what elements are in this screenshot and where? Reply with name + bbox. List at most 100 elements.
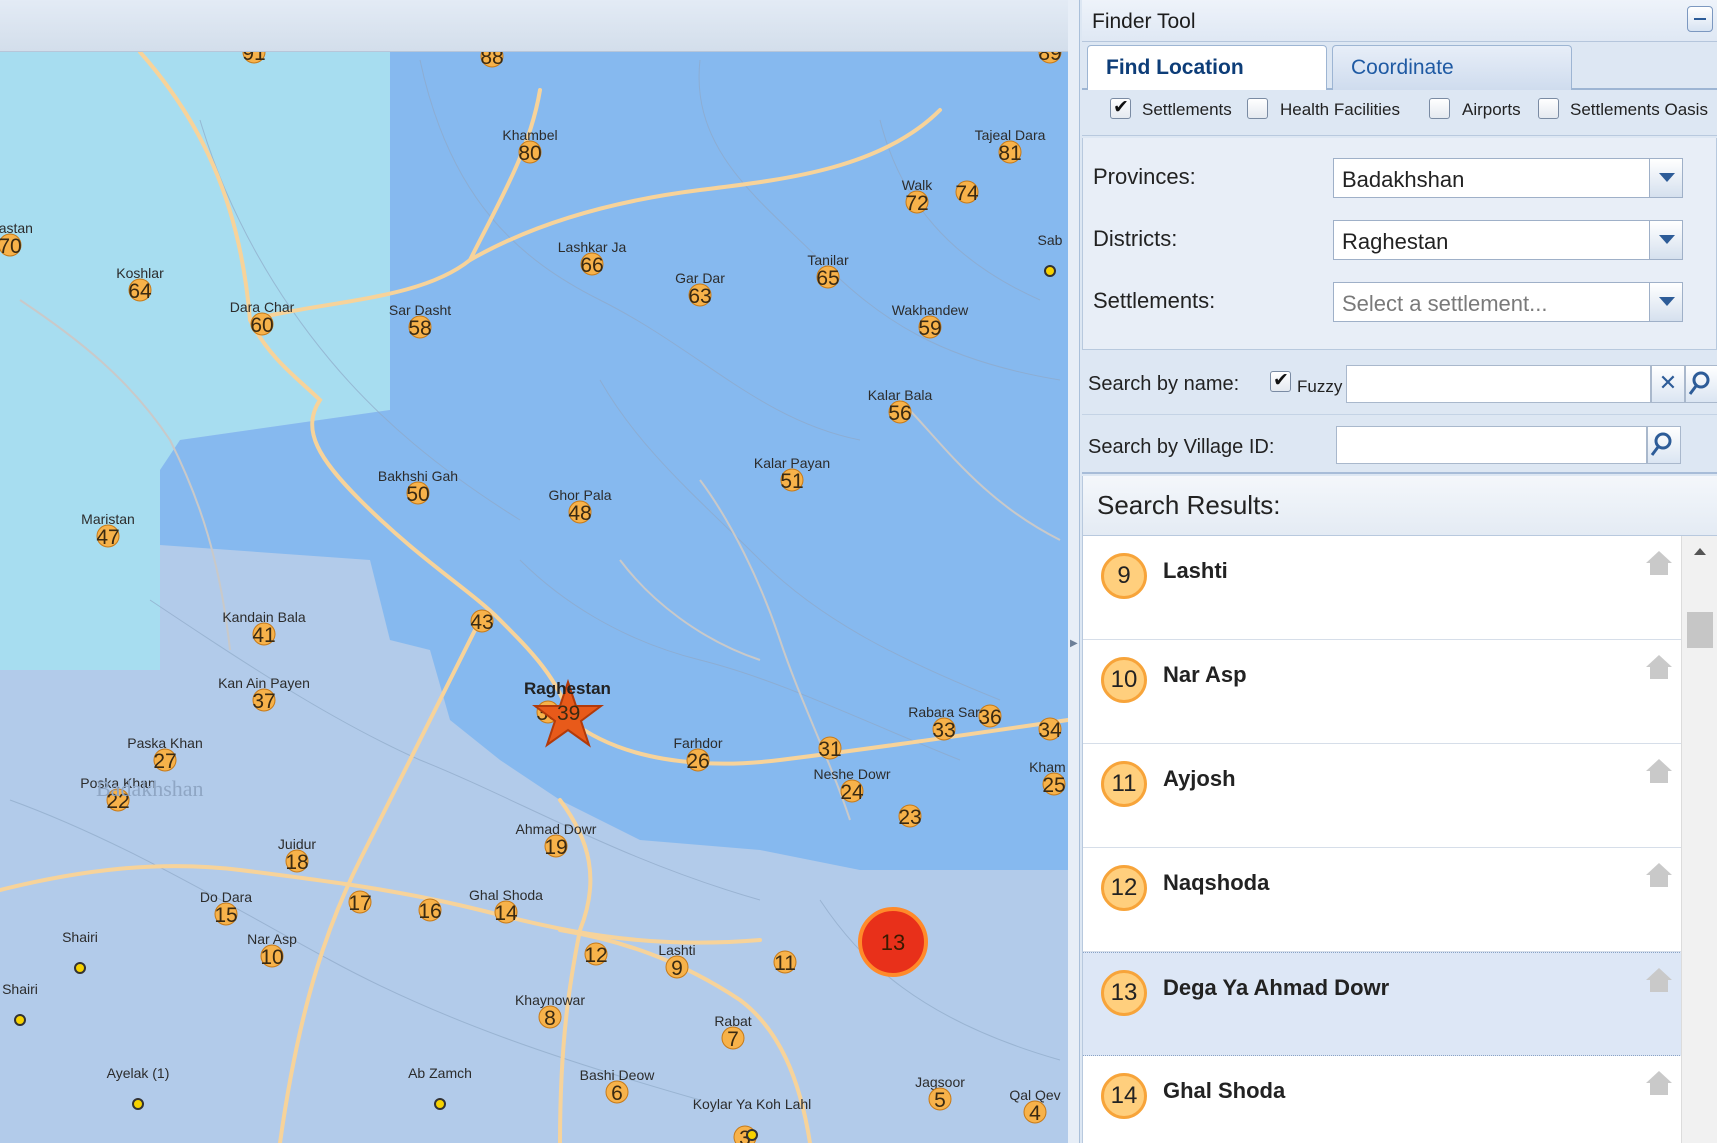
home-icon[interactable]	[1644, 756, 1674, 786]
tab-bar: Find Location Coordinate	[1082, 42, 1717, 92]
result-row[interactable]: 9 Lashti	[1083, 536, 1682, 640]
map-place-marker[interactable]: 43	[470, 609, 494, 634]
search-by-name-label: Search by name:	[1088, 373, 1240, 395]
map-place-marker[interactable]: 16	[418, 898, 442, 923]
chevron-down-icon[interactable]	[1649, 283, 1682, 321]
panel-splitter[interactable]: ▶	[1068, 0, 1080, 1143]
place-number: 48	[568, 502, 591, 525]
provinces-value: Badakhshan	[1342, 167, 1465, 192]
place-name-label: Ab Zamch	[408, 1065, 472, 1081]
place-number: 51	[780, 470, 803, 493]
tab-coordinate[interactable]: Coordinate	[1332, 45, 1572, 90]
place-number: 36	[978, 706, 1001, 729]
result-row[interactable]: 12 Naqshoda	[1083, 848, 1682, 952]
map-place-marker[interactable]: 34	[1038, 717, 1062, 742]
place-number: 50	[406, 483, 429, 506]
place-number: 31	[818, 738, 841, 761]
result-row[interactable]: 14 Ghal Shoda	[1083, 1056, 1682, 1143]
place-number: 66	[580, 254, 603, 277]
place-number: 8	[544, 1007, 556, 1030]
place-number: 74	[955, 182, 979, 205]
map-place-marker[interactable]: 74	[955, 180, 979, 205]
search-id-button[interactable]	[1647, 426, 1681, 464]
map-canvas[interactable]: Khambel80Tajeal Dara81Walk72 74Lashkar Ja…	[0, 0, 1068, 1143]
place-number: 26	[686, 750, 709, 773]
settlements-select[interactable]: Select a settlement...	[1333, 282, 1683, 322]
provinces-select[interactable]: Badakhshan	[1333, 158, 1683, 198]
map-place-marker[interactable]: 17	[348, 890, 372, 915]
village-dot[interactable]	[132, 1098, 144, 1110]
home-icon[interactable]	[1644, 965, 1674, 995]
map-place-marker[interactable]: 23	[898, 804, 922, 829]
home-icon[interactable]	[1644, 860, 1674, 890]
health-facilities-checkbox[interactable]	[1247, 98, 1268, 119]
place-number: 16	[418, 900, 441, 923]
settlements-oasis-checkbox[interactable]	[1538, 98, 1559, 119]
scroll-thumb[interactable]	[1687, 612, 1713, 648]
place-number: 64	[128, 280, 152, 303]
map-place-marker[interactable]: 31	[818, 736, 842, 761]
settlements-placeholder: Select a settlement...	[1342, 291, 1548, 316]
collapse-button[interactable]	[1687, 6, 1713, 32]
map-view[interactable]: Khambel 80 Tajeal Dara 81 Walk 72 74 Lashkar Ja…	[0, 0, 1068, 1143]
search-results: Search Results: 9 Lashti 10 Nar Asp 11 Ayjosh…	[1082, 476, 1717, 1143]
selected-location-marker[interactable]: 13	[858, 907, 928, 977]
map-place-marker[interactable]: 12	[584, 942, 608, 967]
map-place-marker[interactable]: 11	[773, 950, 797, 975]
results-title: Search Results:	[1097, 490, 1281, 520]
place-number: 56	[888, 402, 911, 425]
place-number: 19	[544, 836, 567, 859]
selected-marker-number: 13	[881, 930, 905, 955]
clear-icon[interactable]: ✕	[1651, 365, 1685, 403]
home-icon[interactable]	[1644, 652, 1674, 682]
place-number: 58	[408, 317, 431, 340]
result-row[interactable]: 13 Dega Ya Ahmad Dowr	[1083, 952, 1682, 1056]
place-number: 63	[688, 285, 711, 308]
result-row[interactable]: 11 Ayjosh	[1083, 744, 1682, 848]
districts-value: Raghestan	[1342, 229, 1449, 254]
result-number-badge: 12	[1101, 865, 1147, 911]
home-icon[interactable]	[1644, 1068, 1674, 1098]
result-name: Dega Ya Ahmad Dowr	[1163, 975, 1390, 1000]
home-icon[interactable]	[1644, 548, 1674, 578]
map-place-marker[interactable]: 36	[978, 704, 1002, 729]
place-number: 27	[153, 750, 176, 773]
village-dot[interactable]	[746, 1129, 758, 1141]
districts-select[interactable]: Raghestan	[1333, 220, 1683, 260]
fuzzy-label: Fuzzy	[1297, 377, 1343, 396]
place-number: 11	[774, 952, 796, 975]
result-row[interactable]: 10 Nar Asp	[1083, 640, 1682, 744]
village-dot[interactable]	[14, 1014, 26, 1026]
village-dot[interactable]	[434, 1098, 446, 1110]
search-by-name-row: Search by name: Fuzzy ✕	[1082, 355, 1717, 415]
result-name: Ayjosh	[1163, 766, 1236, 791]
districts-label: Districts:	[1093, 226, 1178, 251]
place-number: 72	[905, 192, 928, 215]
place-number: 24	[840, 781, 864, 804]
scroll-up-icon[interactable]	[1694, 548, 1706, 555]
settlements-oasis-label: Settlements Oasis	[1570, 100, 1708, 119]
panel-header: Finder Tool	[1082, 0, 1717, 42]
result-number-badge: 13	[1101, 970, 1147, 1016]
map-place-marker[interactable]: Walk72	[902, 177, 934, 215]
place-name-label: Shairi	[2, 981, 38, 997]
chevron-down-icon[interactable]	[1649, 159, 1682, 197]
provinces-label: Provinces:	[1093, 164, 1196, 189]
place-name-label: Kham S	[1029, 759, 1068, 775]
village-dot[interactable]	[74, 962, 86, 974]
district-label: Raghestan	[524, 679, 611, 698]
airports-checkbox[interactable]	[1429, 98, 1450, 119]
result-name: Lashti	[1163, 558, 1228, 583]
district-marker-number: 39	[557, 702, 580, 725]
tab-find-location[interactable]: Find Location	[1087, 45, 1327, 92]
village-id-input[interactable]	[1336, 426, 1647, 464]
village-dot[interactable]	[1044, 265, 1056, 277]
settlements-checkbox[interactable]	[1110, 96, 1131, 119]
search-name-input[interactable]	[1346, 365, 1651, 403]
place-number: 6	[611, 1082, 623, 1105]
fuzzy-checkbox[interactable]	[1270, 369, 1291, 392]
search-name-button[interactable]	[1685, 365, 1717, 403]
place-number: 10	[260, 946, 283, 969]
results-scrollbar[interactable]	[1681, 536, 1717, 1143]
chevron-down-icon[interactable]	[1649, 221, 1682, 259]
